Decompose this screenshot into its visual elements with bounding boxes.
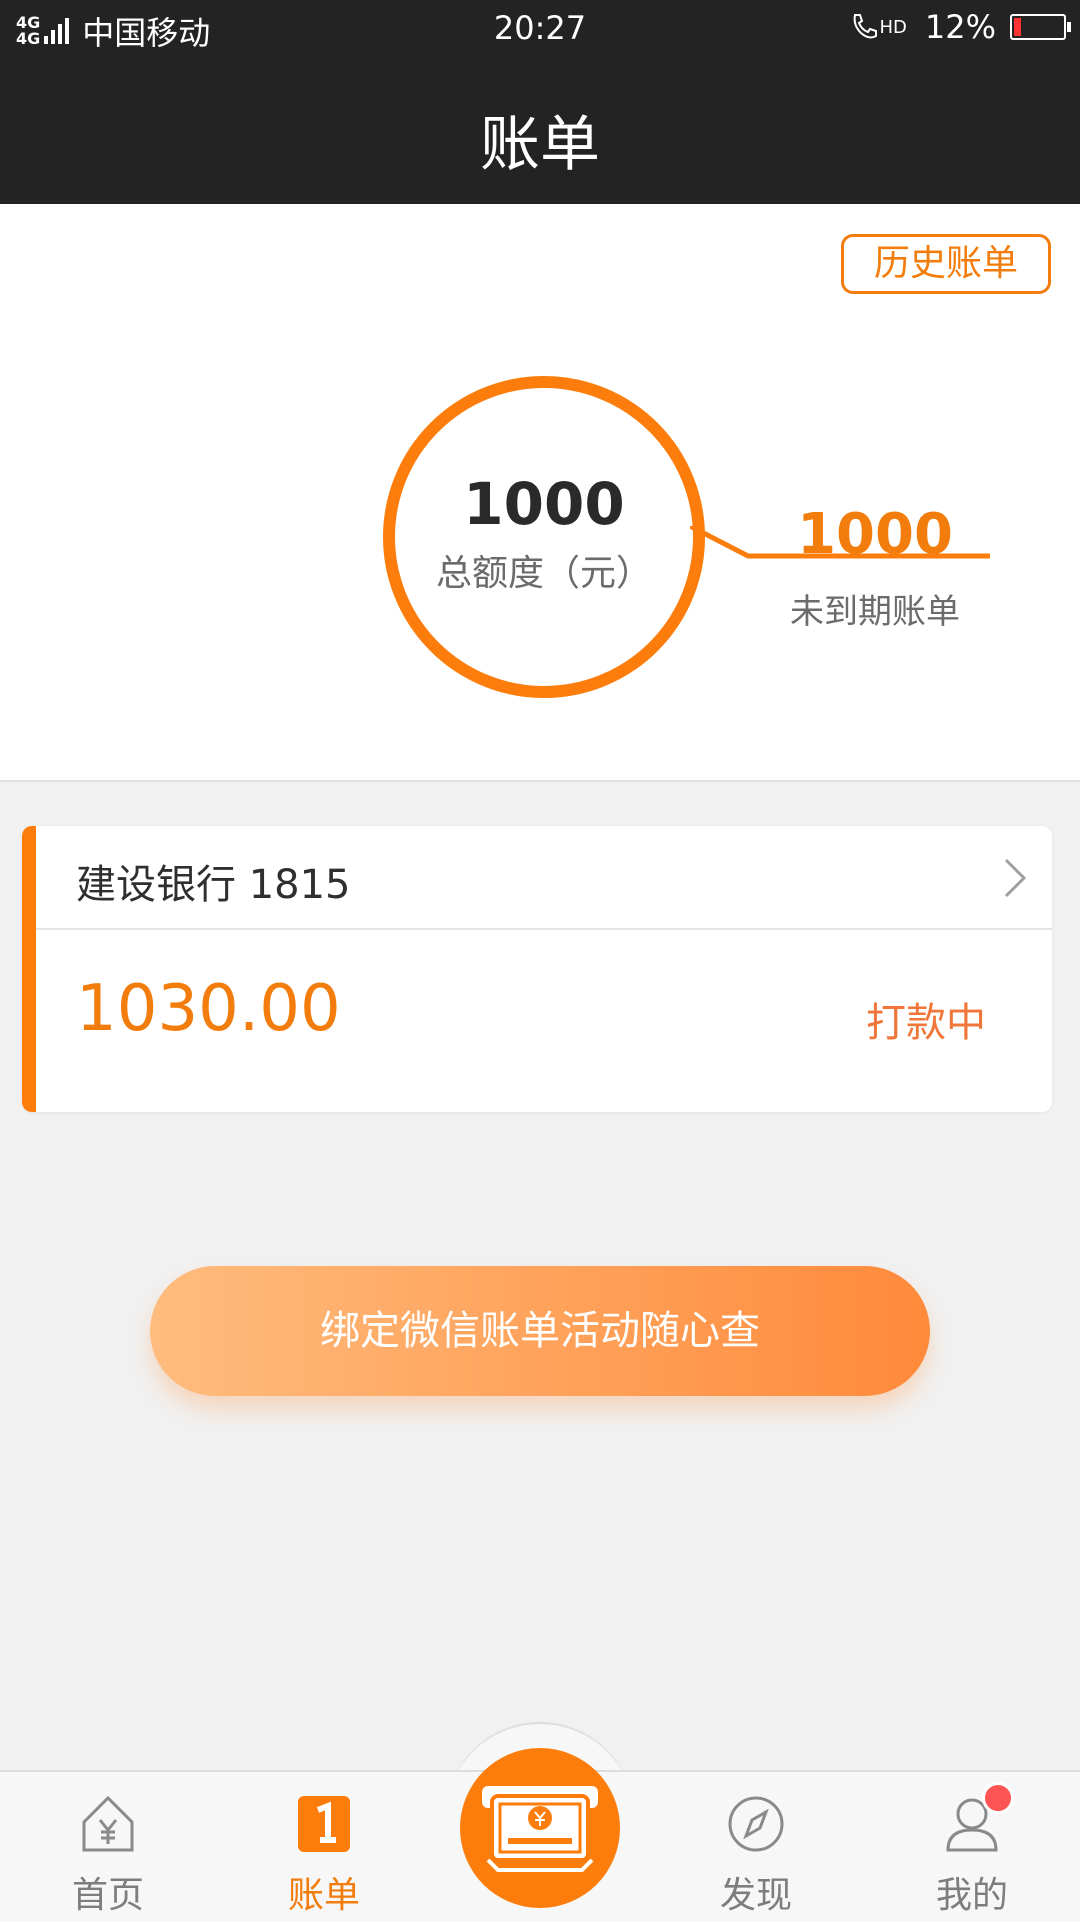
- bank-name: 建设银行 1815: [76, 862, 351, 908]
- card-divider: [36, 928, 1052, 930]
- bill-card[interactable]: 建设银行 1815 1030.00 打款中: [22, 826, 1052, 1112]
- notification-badge: [982, 1782, 1014, 1814]
- bill-amount: 1030.00: [76, 972, 341, 1046]
- total-credit-amount: 1000: [463, 470, 625, 538]
- cash-withdraw-icon: [482, 1786, 598, 1872]
- tab-discover-label: 发现: [719, 1875, 792, 1916]
- tab-profile[interactable]: 我的: [872, 1772, 1072, 1922]
- chevron-right-icon: [1004, 858, 1027, 898]
- phone-icon: [854, 14, 878, 39]
- status-right: HD 12%: [849, 8, 1071, 46]
- tab-discover[interactable]: 发现: [656, 1772, 856, 1922]
- tab-bill[interactable]: 账单: [224, 1772, 424, 1922]
- bind-wechat-button[interactable]: 绑定微信账单活动随心查: [150, 1266, 930, 1396]
- bill-status: 打款中: [866, 1000, 986, 1046]
- tab-bill-label: 账单: [287, 1875, 360, 1916]
- credit-summary: 历史账单 1000 总额度（元） 1000 未到期账单: [0, 204, 1080, 782]
- total-credit-label: 总额度（元）: [435, 553, 652, 594]
- battery-icon: [1010, 14, 1071, 40]
- unpaid-bill-amount: 1000: [797, 502, 953, 567]
- tab-home-label: 首页: [71, 1875, 144, 1916]
- tab-home[interactable]: 首页: [8, 1772, 208, 1922]
- unpaid-bill-label: 未到期账单: [790, 592, 960, 632]
- page-title: 账单: [480, 110, 600, 180]
- home-yen-icon: [82, 1795, 134, 1852]
- status-bar: 4G 4G 中国移动 20:27 HD 12%: [0, 0, 1080, 58]
- bill-icon: [298, 1796, 350, 1852]
- title-bar: 账单: [0, 58, 1080, 204]
- history-bill-button[interactable]: 历史账单: [841, 234, 1051, 294]
- tab-cash-withdraw[interactable]: [460, 1748, 620, 1908]
- compass-icon: [728, 1796, 784, 1852]
- card-accent-stripe: [22, 826, 36, 1112]
- tab-profile-label: 我的: [935, 1875, 1008, 1916]
- battery-percent: 12%: [924, 8, 996, 46]
- hd-label: HD: [879, 16, 907, 38]
